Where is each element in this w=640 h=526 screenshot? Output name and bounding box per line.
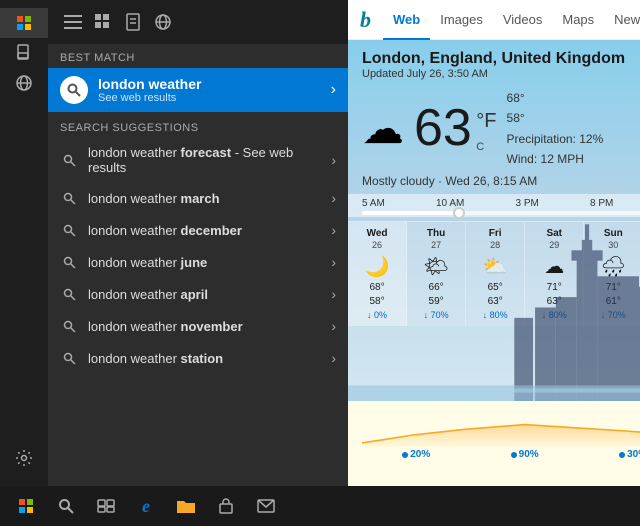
suggestion-search-icon-2 [60, 189, 78, 207]
suggestion-arrow: › [331, 152, 336, 168]
suggestions-label: Search suggestions [48, 112, 348, 138]
main-area: Best match london weather See web result… [48, 0, 640, 526]
weather-location: London, England, United Kingdom [362, 50, 640, 68]
suggestion-april[interactable]: london weather april › [48, 278, 348, 310]
weather-condition-icon: ☁ [362, 104, 404, 153]
weather-info: London, England, United Kingdom Updated … [348, 40, 640, 188]
suggestion-forecast-text: london weather forecast - See web result… [88, 145, 331, 175]
best-match-text: london weather See web results [98, 76, 323, 104]
sidebar [0, 0, 48, 526]
suggestion-search-icon [60, 151, 78, 169]
taskbar-edge-icon[interactable]: e [128, 488, 164, 524]
suggestion-november-arrow: › [331, 318, 336, 334]
temperature-chart: 20% 90% 30% [348, 401, 640, 491]
hourly-thumb[interactable] [453, 207, 465, 219]
chart-svg [362, 407, 640, 447]
best-match-item[interactable]: london weather See web results › [48, 68, 348, 112]
hourly-progress [362, 211, 460, 215]
tab-web[interactable]: Web [383, 0, 430, 40]
suggestion-station-arrow: › [331, 350, 336, 366]
tab-news[interactable]: News [604, 0, 640, 40]
suggestion-search-icon-6 [60, 317, 78, 335]
suggestion-december[interactable]: london weather december › [48, 214, 348, 246]
weather-main: ☁ 63 °F C 68° 58° Precipitation: 12% [362, 88, 640, 170]
suggestion-march[interactable]: london weather march › [48, 182, 348, 214]
suggestion-june[interactable]: london weather june › [48, 246, 348, 278]
taskbar-store-icon[interactable] [208, 488, 244, 524]
best-match-arrow: › [323, 81, 336, 99]
suggestion-march-arrow: › [331, 190, 336, 206]
suggestion-november[interactable]: london weather november › [48, 310, 348, 342]
weather-temp-block: 63 °F C [414, 102, 497, 156]
suggestion-december-arrow: › [331, 222, 336, 238]
suggestion-station[interactable]: london weather station › [48, 342, 348, 374]
tab-videos[interactable]: Videos [493, 0, 553, 40]
suggestion-april-text: london weather april [88, 287, 331, 302]
suggestion-december-text: london weather december [88, 223, 331, 238]
taskbar-mail-icon[interactable] [248, 488, 284, 524]
hourly-track[interactable] [362, 211, 640, 215]
suggestion-november-text: london weather november [88, 319, 331, 334]
precip-30: 30% [619, 449, 640, 460]
suggestion-june-arrow: › [331, 254, 336, 270]
suggestion-march-text: london weather march [88, 191, 331, 206]
suggestion-search-icon-4 [60, 253, 78, 271]
best-match-label: Best match [48, 44, 348, 68]
best-match-search-icon [60, 76, 88, 104]
weather-updated: Updated July 26, 3:50 AM [362, 68, 640, 80]
weather-content: London, England, United Kingdom Updated … [348, 40, 640, 401]
sidebar-home-icon[interactable] [0, 8, 48, 38]
weather-temp-value: 63 [414, 99, 472, 157]
bing-tabs: b Web Images Videos Maps News Filters ▾ [348, 0, 640, 40]
weather-panel: b Web Images Videos Maps News Filters ▾ [348, 0, 640, 526]
precip-row: 20% 90% 30% [362, 447, 640, 462]
taskbar-search-icon[interactable] [48, 488, 84, 524]
sidebar-document-icon[interactable] [0, 38, 48, 68]
weather-condition-text: Mostly cloudy · Wed 26, 8:15 AM [362, 174, 640, 188]
suggestion-forecast[interactable]: london weather forecast - See web result… [48, 138, 348, 182]
doc2-icon[interactable] [124, 13, 142, 31]
suggestion-station-text: london weather station [88, 351, 331, 366]
suggestion-search-icon-7 [60, 349, 78, 367]
taskbar-explorer-icon[interactable] [168, 488, 204, 524]
hamburger-menu[interactable] [56, 7, 90, 37]
bing-logo: b [360, 7, 371, 33]
taskbar-windows-icon[interactable] [8, 488, 44, 524]
suggestion-june-text: london weather june [88, 255, 331, 270]
taskbar: e [0, 486, 640, 526]
weather-temp-unit: °F C [476, 110, 496, 156]
sidebar-globe-icon[interactable] [0, 68, 48, 98]
app-switcher-icon[interactable] [94, 13, 112, 31]
settings-icon[interactable] [0, 438, 48, 478]
suggestion-search-icon-5 [60, 285, 78, 303]
suggestion-april-arrow: › [331, 286, 336, 302]
taskbar-taskview-icon[interactable] [88, 488, 124, 524]
search-results-panel: Best match london weather See web result… [48, 0, 348, 526]
search-panel: Best match london weather See web result… [48, 0, 640, 526]
suggestion-search-icon-3 [60, 221, 78, 239]
best-match-title: london weather [98, 76, 323, 92]
precip-90: 90% [511, 449, 539, 460]
tab-images[interactable]: Images [430, 0, 493, 40]
weather-details: 68° 58° Precipitation: 12% Wind: 12 MPH [507, 88, 604, 170]
tab-maps[interactable]: Maps [552, 0, 604, 40]
best-match-subtitle: See web results [98, 92, 323, 104]
globe2-icon[interactable] [154, 13, 172, 31]
precip-20: 20% [402, 449, 430, 460]
